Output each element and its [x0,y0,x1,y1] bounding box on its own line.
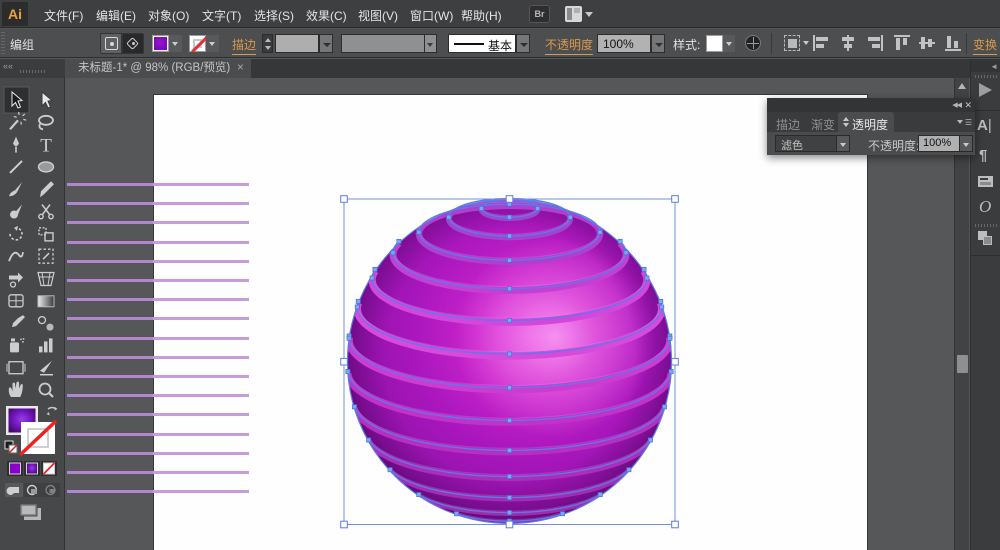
svg-text:T: T [40,136,52,157]
